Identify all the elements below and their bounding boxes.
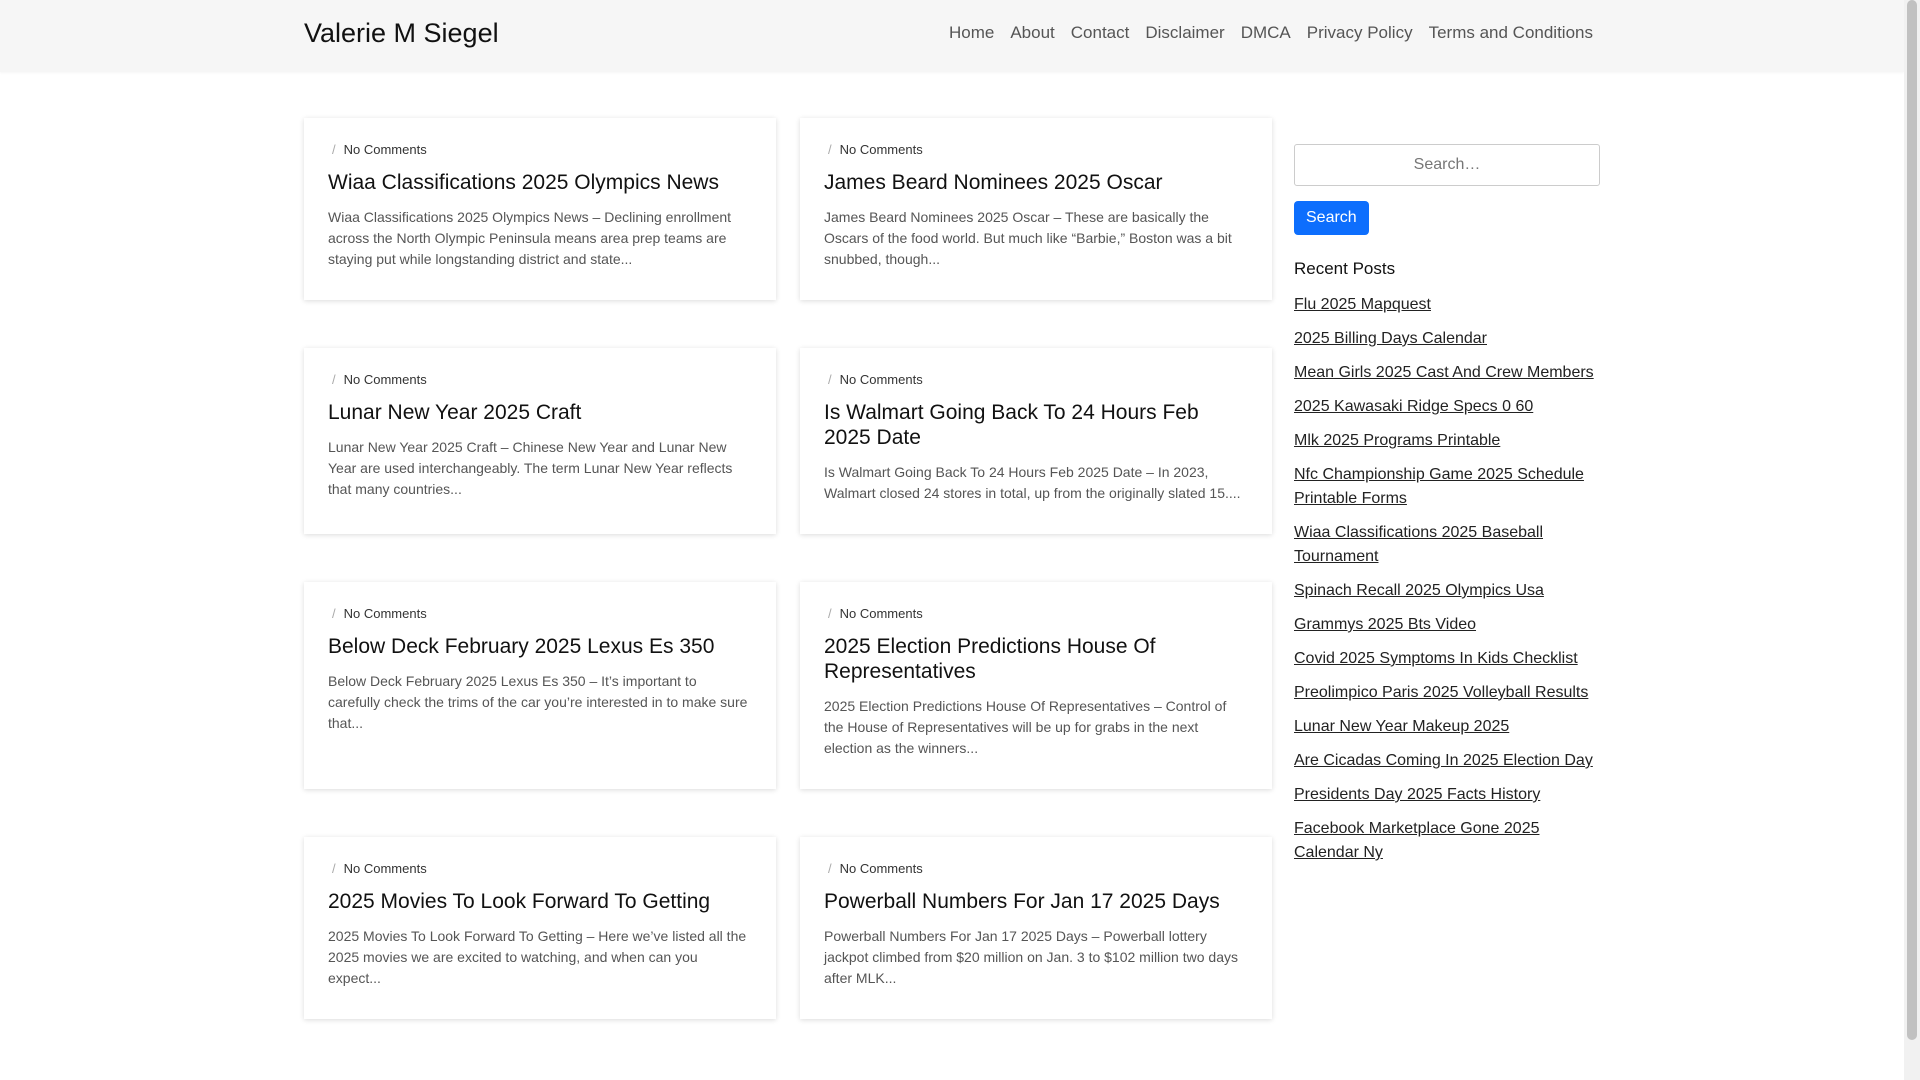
post-card: / No Comments Powerball Numbers For Jan 1… <box>800 837 1272 1019</box>
post-card: / No Comments 2025 Movies To Look Forward… <box>304 837 776 1019</box>
recent-post-link[interactable]: Mlk 2025 Programs Printable <box>1294 432 1500 449</box>
recent-post-link[interactable]: Facebook Marketplace Gone 2025 Calendar … <box>1294 820 1539 861</box>
nav-contact[interactable]: Contact <box>1071 23 1130 43</box>
list-item: 2025 Billing Days Calendar <box>1294 327 1600 351</box>
post-card: / No Comments James Beard Nominees 2025 O… <box>800 118 1272 300</box>
page-scrollbar[interactable] <box>1904 0 1920 1080</box>
site-title[interactable]: Valerie M Siegel <box>304 18 499 49</box>
comments-link[interactable]: No Comments <box>840 861 923 876</box>
post-title[interactable]: Lunar New Year 2025 Craft <box>328 400 752 425</box>
post-title[interactable]: Wiaa Classifications 2025 Olympics News <box>328 170 752 195</box>
meta-separator: / <box>332 372 336 387</box>
comments-link[interactable]: No Comments <box>344 142 427 157</box>
meta-separator: / <box>828 606 832 621</box>
meta-separator: / <box>332 861 336 876</box>
recent-post-link[interactable]: 2025 Billing Days Calendar <box>1294 330 1487 347</box>
post-card: / No Comments Below Deck February 2025 Le… <box>304 582 776 789</box>
post-title[interactable]: James Beard Nominees 2025 Oscar <box>824 170 1248 195</box>
list-item: Presidents Day 2025 Facts History <box>1294 783 1600 807</box>
recent-posts-list: Flu 2025 Mapquest 2025 Billing Days Cale… <box>1294 293 1600 865</box>
comments-link[interactable]: No Comments <box>344 372 427 387</box>
comments-link[interactable]: No Comments <box>840 142 923 157</box>
post-excerpt: Wiaa Classifications 2025 Olympics News … <box>328 209 732 267</box>
recent-post-link[interactable]: Flu 2025 Mapquest <box>1294 296 1431 313</box>
recent-post-link[interactable]: Spinach Recall 2025 Olympics Usa <box>1294 582 1544 599</box>
main-nav: Home About Contact Disclaimer DMCA Priva… <box>949 23 1593 43</box>
recent-post-link[interactable]: Mean Girls 2025 Cast And Crew Members <box>1294 364 1594 381</box>
recent-post-link[interactable]: Are Cicadas Coming In 2025 Election Day <box>1294 752 1593 769</box>
meta-separator: / <box>332 606 336 621</box>
comments-link[interactable]: No Comments <box>840 606 923 621</box>
post-title[interactable]: Is Walmart Going Back To 24 Hours Feb 20… <box>824 400 1248 450</box>
post-excerpt: Below Deck February 2025 Lexus Es 350 – … <box>328 673 748 731</box>
recent-post-link[interactable]: Preolimpico Paris 2025 Volleyball Result… <box>1294 684 1588 701</box>
post-meta: / No Comments <box>328 861 752 876</box>
post-card: / No Comments 2025 Election Predictions H… <box>800 582 1272 789</box>
post-excerpt: Is Walmart Going Back To 24 Hours Feb 20… <box>824 464 1241 501</box>
list-item: Wiaa Classifications 2025 Baseball Tourn… <box>1294 521 1600 569</box>
post-meta: / No Comments <box>824 861 1248 876</box>
meta-separator: / <box>332 142 336 157</box>
list-item: Mean Girls 2025 Cast And Crew Members <box>1294 361 1600 385</box>
list-item: Covid 2025 Symptoms In Kids Checklist <box>1294 647 1600 671</box>
list-item: Nfc Championship Game 2025 Schedule Prin… <box>1294 463 1600 511</box>
post-meta: / No Comments <box>328 372 752 387</box>
nav-terms[interactable]: Terms and Conditions <box>1429 23 1593 43</box>
list-item: Mlk 2025 Programs Printable <box>1294 429 1600 453</box>
list-item: Flu 2025 Mapquest <box>1294 293 1600 317</box>
site-header: Valerie M Siegel Home About Contact Disc… <box>0 0 1904 72</box>
recent-post-link[interactable]: Grammys 2025 Bts Video <box>1294 616 1476 633</box>
post-meta: / No Comments <box>824 142 1248 157</box>
post-meta: / No Comments <box>824 606 1248 621</box>
search-button[interactable]: Search <box>1294 201 1369 235</box>
nav-disclaimer[interactable]: Disclaimer <box>1145 23 1224 43</box>
post-excerpt: Powerball Numbers For Jan 17 2025 Days –… <box>824 928 1238 986</box>
post-excerpt: 2025 Election Predictions House Of Repre… <box>824 698 1227 756</box>
recent-post-link[interactable]: Nfc Championship Game 2025 Schedule Prin… <box>1294 466 1584 507</box>
list-item: Preolimpico Paris 2025 Volleyball Result… <box>1294 681 1600 705</box>
post-card: / No Comments Lunar New Year 2025 Craft L… <box>304 348 776 534</box>
post-card: / No Comments Wiaa Classifications 2025 O… <box>304 118 776 300</box>
post-title[interactable]: 2025 Election Predictions House Of Repre… <box>824 634 1248 684</box>
post-meta: / No Comments <box>328 142 752 157</box>
recent-posts-title: Recent Posts <box>1294 259 1396 278</box>
meta-separator: / <box>828 372 832 387</box>
nav-home[interactable]: Home <box>949 23 994 43</box>
recent-post-link[interactable]: Covid 2025 Symptoms In Kids Checklist <box>1294 650 1578 667</box>
recent-post-link[interactable]: Lunar New Year Makeup 2025 <box>1294 718 1509 735</box>
post-title[interactable]: 2025 Movies To Look Forward To Getting <box>328 889 752 914</box>
list-item: 2025 Kawasaki Ridge Specs 0 60 <box>1294 395 1600 419</box>
meta-separator: / <box>828 142 832 157</box>
comments-link[interactable]: No Comments <box>344 606 427 621</box>
post-meta: / No Comments <box>328 606 752 621</box>
meta-separator: / <box>828 861 832 876</box>
nav-about[interactable]: About <box>1010 23 1054 43</box>
comments-link[interactable]: No Comments <box>840 372 923 387</box>
search-input[interactable] <box>1294 144 1600 186</box>
comments-link[interactable]: No Comments <box>344 861 427 876</box>
post-meta: / No Comments <box>824 372 1248 387</box>
nav-privacy-policy[interactable]: Privacy Policy <box>1307 23 1413 43</box>
post-title[interactable]: Powerball Numbers For Jan 17 2025 Days <box>824 889 1248 914</box>
post-excerpt: Lunar New Year 2025 Craft – Chinese New … <box>328 439 733 497</box>
list-item: Spinach Recall 2025 Olympics Usa <box>1294 579 1600 603</box>
recent-post-link[interactable]: Wiaa Classifications 2025 Baseball Tourn… <box>1294 524 1543 565</box>
nav-dmca[interactable]: DMCA <box>1241 23 1291 43</box>
recent-post-link[interactable]: Presidents Day 2025 Facts History <box>1294 786 1540 803</box>
recent-post-link[interactable]: 2025 Kawasaki Ridge Specs 0 60 <box>1294 398 1533 415</box>
list-item: Are Cicadas Coming In 2025 Election Day <box>1294 749 1600 773</box>
post-excerpt: 2025 Movies To Look Forward To Getting –… <box>328 928 747 986</box>
list-item: Grammys 2025 Bts Video <box>1294 613 1600 637</box>
post-grid: / No Comments Wiaa Classifications 2025 O… <box>304 118 1272 1067</box>
post-title[interactable]: Below Deck February 2025 Lexus Es 350 <box>328 634 752 659</box>
sidebar: Search Recent Posts Flu 2025 Mapquest 20… <box>1294 144 1600 875</box>
post-excerpt: James Beard Nominees 2025 Oscar – These … <box>824 209 1232 267</box>
post-card: / No Comments Is Walmart Going Back To 24… <box>800 348 1272 534</box>
list-item: Lunar New Year Makeup 2025 <box>1294 715 1600 739</box>
list-item: Facebook Marketplace Gone 2025 Calendar … <box>1294 817 1600 865</box>
scrollbar-thumb[interactable] <box>1907 0 1917 1040</box>
